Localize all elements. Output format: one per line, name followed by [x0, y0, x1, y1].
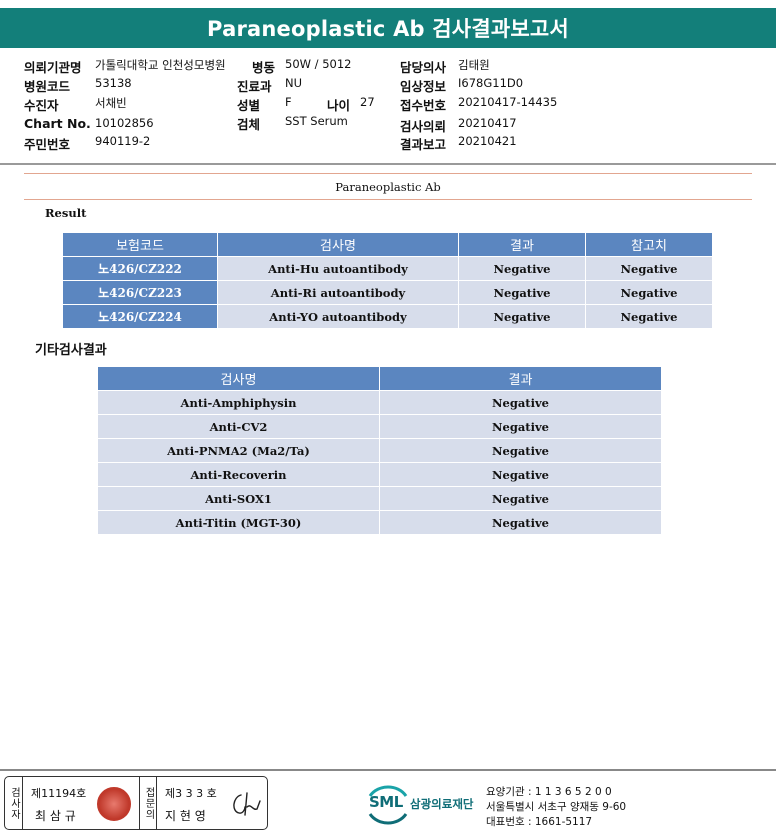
report-title: Paraneoplastic Ab 검사결과보고서 — [0, 8, 776, 48]
patient-info-block: 의뢰기관명 가톨릭대학교 인천성모병원 병동 50W / 5012 담당의사 김… — [0, 55, 776, 155]
institution-label: 의뢰기관명 — [24, 60, 82, 75]
section-top-rule — [24, 173, 752, 174]
result-cell: Negative — [458, 256, 586, 281]
address: 서울특별시 서초구 양재동 9-60 — [486, 801, 627, 813]
test-name-cell: Anti-Recoverin — [97, 462, 380, 487]
reference-cell: Negative — [585, 256, 713, 281]
table-row: Anti-PNMA2 (Ma2/Ta) Negative — [97, 438, 662, 463]
id-no-value: 940119-2 — [95, 134, 151, 148]
approver-name: 지 현 영 — [165, 809, 206, 823]
test-name-cell: Anti-Ri autoantibody — [217, 280, 459, 305]
contact-info: 요양기관 : 1 1 3 6 5 2 0 0 서울특별시 서초구 양재동 9-6… — [486, 785, 626, 830]
tester-name: 최 삼 규 — [35, 809, 76, 823]
result-cell: Negative — [379, 438, 662, 463]
result-cell: Negative — [379, 462, 662, 487]
insurance-code-cell: 노426/CZ223 — [62, 280, 218, 305]
logo-name: 삼광의료재단 — [410, 797, 474, 811]
col-test-name: 검사명 — [217, 232, 459, 257]
patient-value: 서채빈 — [95, 96, 127, 110]
signature-mark — [233, 792, 261, 816]
receipt-no-value: 20210417-14435 — [458, 95, 558, 109]
seal-stamp — [97, 787, 131, 821]
table-row: Anti-CV2 Negative — [97, 414, 662, 439]
test-name-cell: Anti-SOX1 — [97, 486, 380, 511]
test-name-cell: Anti-Titin (MGT-30) — [97, 510, 380, 535]
receipt-no-label: 접수번호 — [400, 98, 447, 113]
col-insurance-code: 보험코드 — [62, 232, 218, 257]
result-cell: Negative — [379, 390, 662, 415]
col-result: 결과 — [458, 232, 586, 257]
result-table-header: 보험코드 검사명 결과 참고치 — [62, 232, 713, 257]
hospital-code-value: 53138 — [95, 76, 132, 90]
doctor-label: 담당의사 — [400, 60, 447, 75]
ward-label: 병동 — [252, 60, 276, 75]
sex-label: 성별 — [237, 98, 261, 113]
table-row: 노426/CZ222 Anti-Hu autoantibody Negative… — [62, 256, 713, 281]
department-label: 진료과 — [237, 79, 272, 94]
table-row: 노426/CZ223 Anti-Ri autoantibody Negative… — [62, 280, 713, 305]
patient-label: 수진자 — [24, 98, 59, 113]
col-test-name: 검사명 — [97, 366, 380, 391]
other-results-table: 검사명 결과 Anti-Amphiphysin Negative Anti-CV… — [97, 366, 662, 535]
clinical-info-label: 임상정보 — [400, 79, 447, 94]
test-name-cell: Anti-PNMA2 (Ma2/Ta) — [97, 438, 380, 463]
test-name-cell: Anti-Hu autoantibody — [217, 256, 459, 281]
result-cell: Negative — [458, 280, 586, 305]
request-date-value: 20210417 — [458, 116, 517, 130]
sex-value: F — [285, 95, 292, 109]
specimen-label: 검체 — [237, 117, 261, 132]
tester-license: 제11194호 — [31, 787, 87, 800]
other-table-header: 검사명 결과 — [97, 366, 662, 391]
insurance-code-cell: 노426/CZ222 — [62, 256, 218, 281]
reference-cell: Negative — [585, 304, 713, 329]
logo-abbr: SML — [369, 793, 403, 811]
reference-cell: Negative — [585, 280, 713, 305]
ward-value: 50W / 5012 — [285, 57, 352, 71]
result-cell: Negative — [458, 304, 586, 329]
result-label: Result — [45, 206, 87, 220]
specimen-value: SST Serum — [285, 114, 348, 128]
hospital-code-label: 병원코드 — [24, 79, 71, 94]
department-value: NU — [285, 76, 303, 90]
phone: 대표번호 : 1661-5117 — [486, 816, 593, 828]
other-results-label: 기타검사결과 — [35, 343, 107, 358]
footer-divider — [0, 769, 776, 771]
institution-value: 가톨릭대학교 인천성모병원 — [95, 58, 226, 72]
report-label: 결과보고 — [400, 137, 447, 152]
approver-label-text: 접문의 — [143, 786, 154, 820]
header-divider — [0, 163, 776, 165]
table-row: Anti-Recoverin Negative — [97, 462, 662, 487]
test-name-cell: Anti-CV2 — [97, 414, 380, 439]
approver-license: 제3 3 3 호 — [165, 787, 217, 800]
tester-label: 검사자 — [5, 777, 23, 829]
approver-label: 접문의 — [139, 777, 157, 829]
table-row: Anti-Titin (MGT-30) Negative — [97, 510, 662, 535]
chart-no-label: Chart No. — [24, 116, 91, 131]
id-no-label: 주민번호 — [24, 137, 71, 152]
col-reference: 참고치 — [585, 232, 713, 257]
table-row: 노426/CZ224 Anti-YO autoantibody Negative… — [62, 304, 713, 329]
age-label: 나이 — [327, 98, 351, 113]
tester-label-text: 검사자 — [8, 786, 20, 820]
clinical-info-value: I678G11D0 — [458, 76, 524, 90]
result-cell: Negative — [379, 414, 662, 439]
chart-no-value: 10102856 — [95, 116, 154, 130]
table-row: Anti-SOX1 Negative — [97, 486, 662, 511]
result-cell: Negative — [379, 486, 662, 511]
section-bottom-rule — [24, 199, 752, 200]
result-cell: Negative — [379, 510, 662, 535]
insurance-code-cell: 노426/CZ224 — [62, 304, 218, 329]
care-number: 요양기관 : 1 1 3 6 5 2 0 0 — [486, 786, 612, 798]
request-label: 검사의뢰 — [400, 119, 447, 134]
col-result: 결과 — [379, 366, 662, 391]
doctor-value: 김태원 — [458, 58, 490, 72]
table-row: Anti-Amphiphysin Negative — [97, 390, 662, 415]
report-date-value: 20210421 — [458, 134, 517, 148]
age-value: 27 — [360, 95, 375, 109]
section-title: Paraneoplastic Ab — [335, 180, 441, 194]
result-table: 보험코드 검사명 결과 참고치 노426/CZ222 Anti-Hu autoa… — [62, 232, 713, 329]
test-name-cell: Anti-YO autoantibody — [217, 304, 459, 329]
test-name-cell: Anti-Amphiphysin — [97, 390, 380, 415]
signature-box: 검사자 제11194호 최 삼 규 접문의 제3 3 3 호 지 현 영 — [4, 776, 268, 830]
